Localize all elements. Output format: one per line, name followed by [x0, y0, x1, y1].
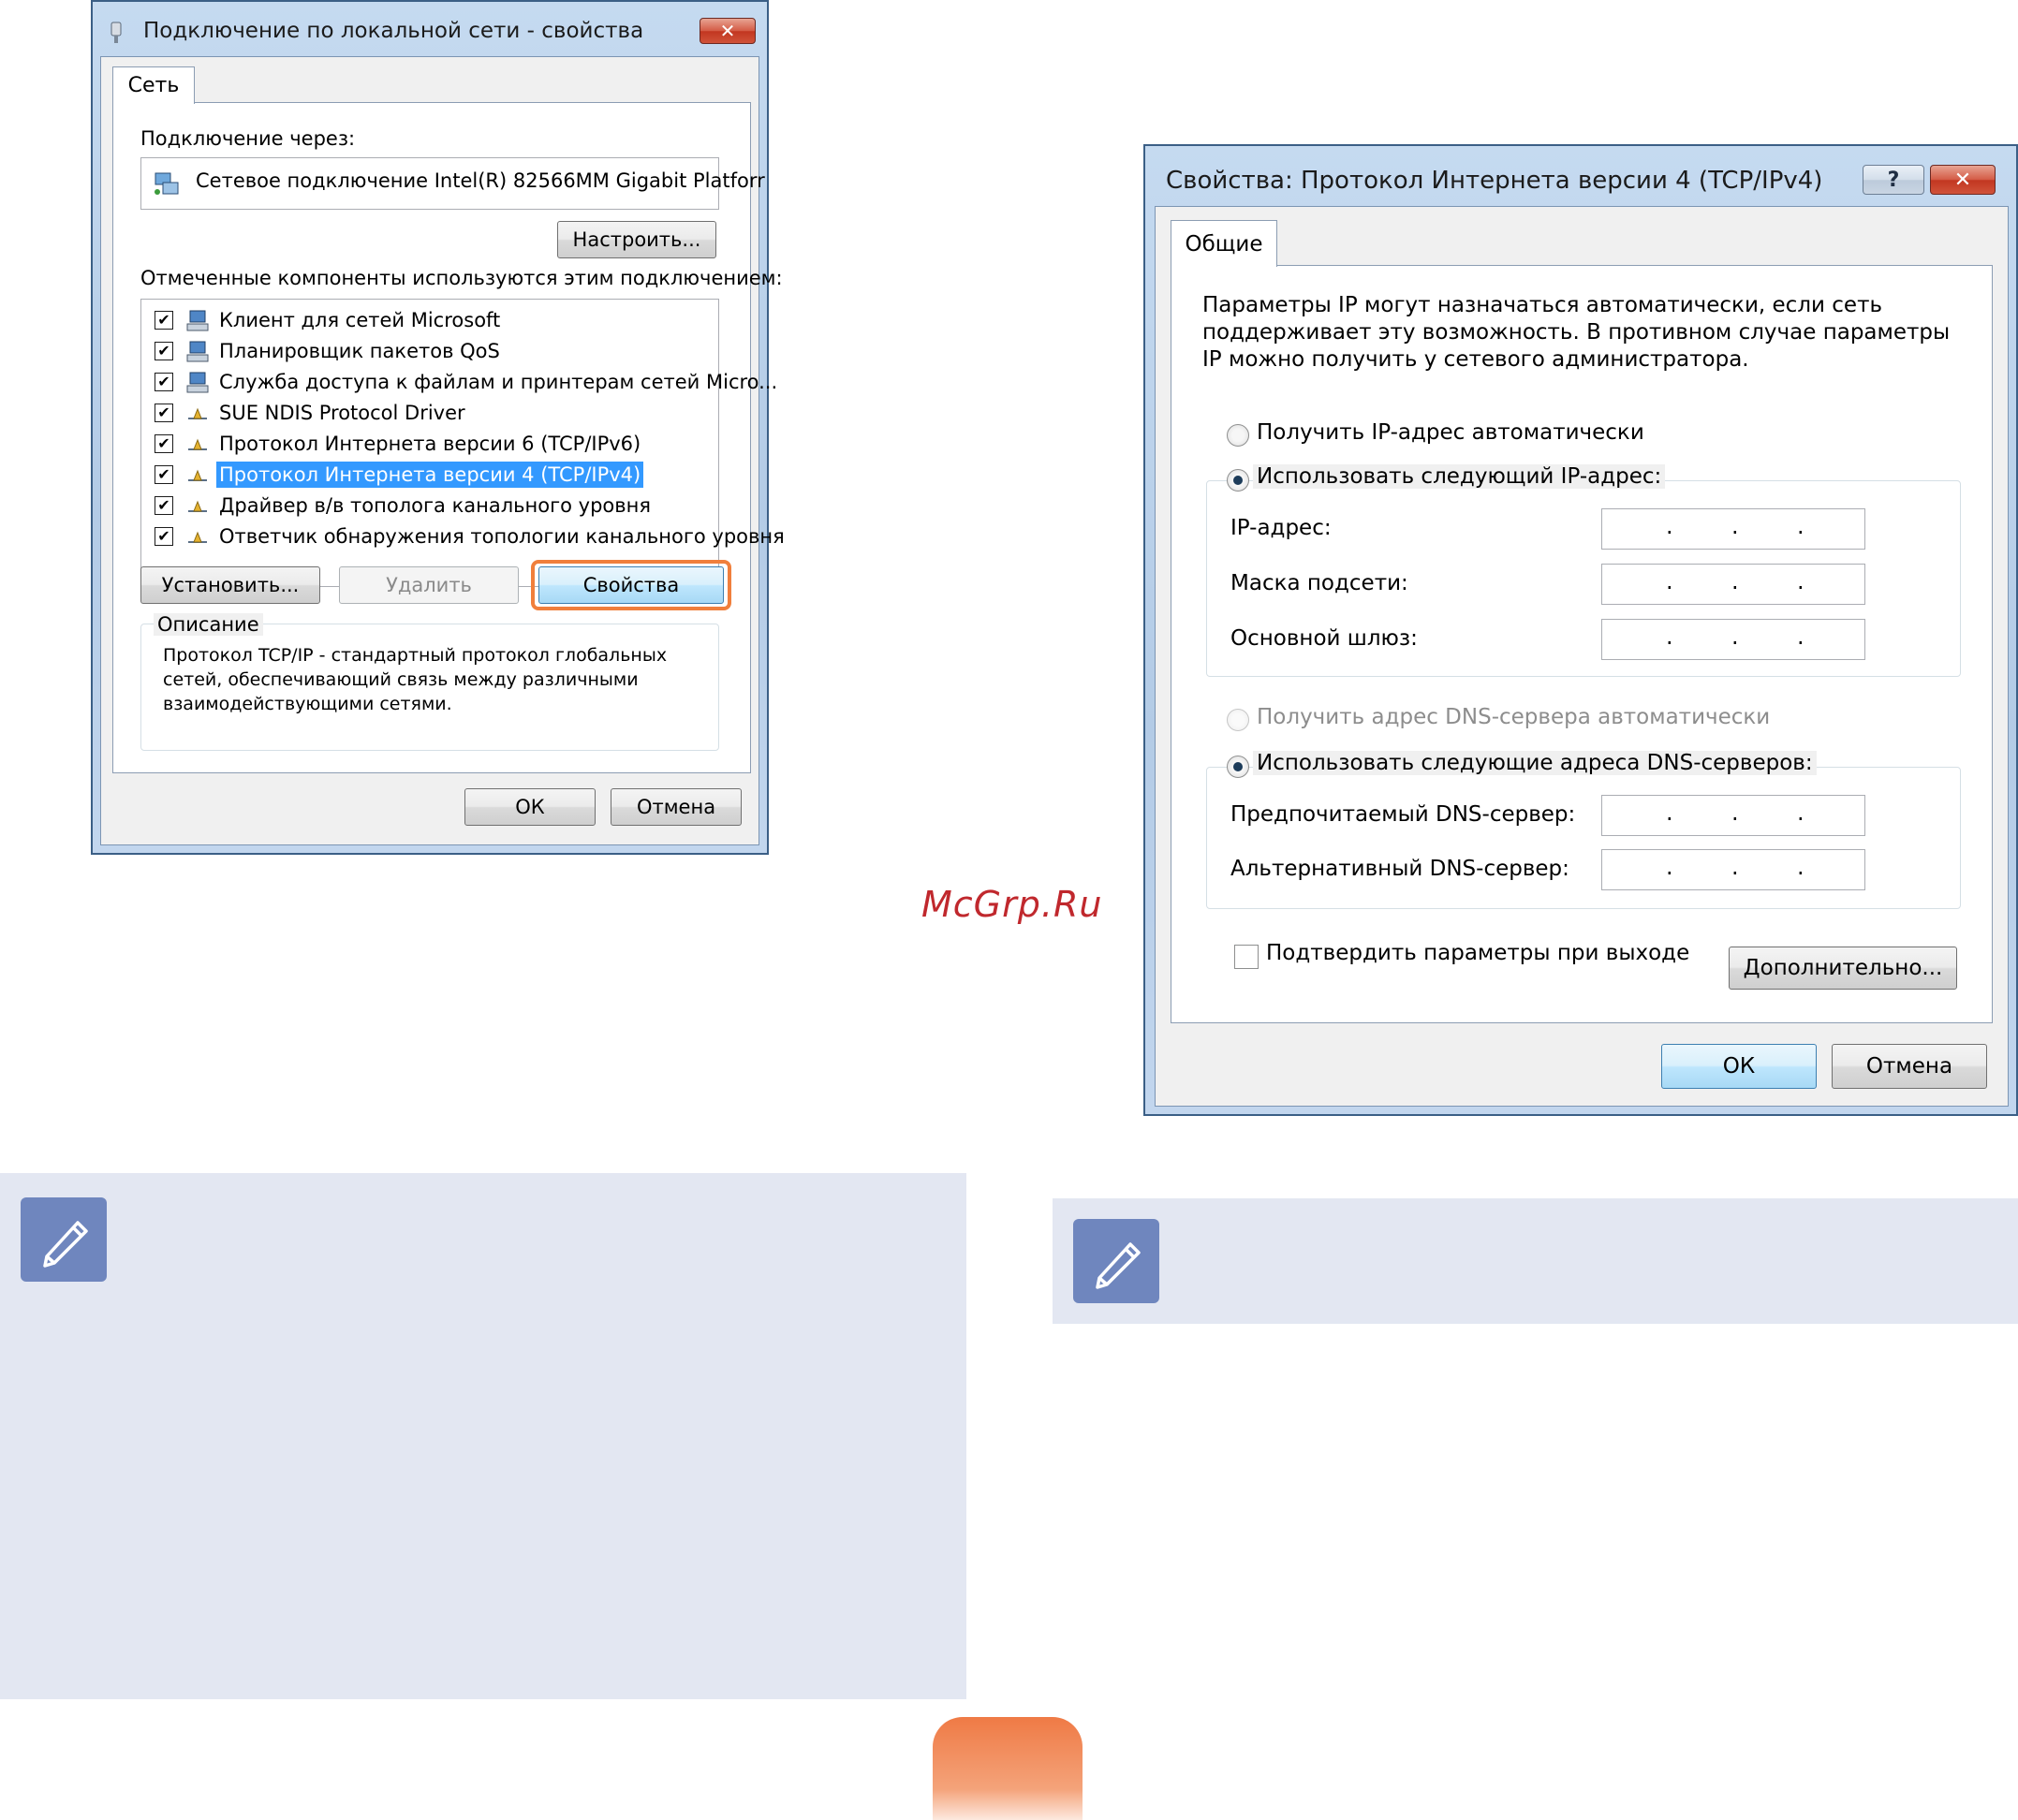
note-box-left — [0, 1173, 966, 1699]
intro-line-2: поддерживает эту возможность. В противно… — [1202, 320, 1951, 345]
ip-address-label: IP-адрес: — [1230, 516, 1332, 540]
close-button[interactable]: ✕ — [700, 18, 756, 44]
network-service-icon — [184, 340, 211, 364]
network-adapter-icon — [108, 21, 125, 45]
description-line-3: взаимодействующими сетями. — [163, 694, 452, 714]
intro-line-3: IP можно получить у сетевого администрат… — [1202, 347, 1749, 372]
component-checkbox[interactable]: ✔ — [155, 373, 173, 391]
dialog2-title: Свойства: Протокол Интернета версии 4 (T… — [1166, 167, 1823, 195]
component-checkbox[interactable]: ✔ — [155, 465, 173, 484]
manual-dns-radio[interactable] — [1227, 756, 1249, 778]
help-button[interactable]: ? — [1863, 165, 1924, 195]
page-number-tab — [933, 1717, 1083, 1820]
pencil-note-icon — [21, 1197, 107, 1282]
advanced-button[interactable]: Дополнительно... — [1729, 947, 1957, 990]
preferred-dns-input[interactable]: ... — [1601, 795, 1865, 836]
intro-line-1: Параметры IP могут назначаться автоматич… — [1202, 293, 1883, 317]
note-box-right — [1053, 1198, 2018, 1324]
auto-ip-radio[interactable] — [1227, 424, 1249, 447]
help-icon: ? — [1887, 168, 1900, 192]
ip-address-input[interactable]: ... — [1601, 508, 1865, 550]
description-line-2: сетей, обеспечивающий связь между различ… — [163, 669, 639, 690]
component-checkbox[interactable]: ✔ — [155, 496, 173, 515]
dialog1-title: Подключение по локальной сети - свойства — [143, 19, 644, 43]
connect-via-label: Подключение через: — [140, 127, 356, 150]
auto-dns-radio — [1227, 709, 1249, 731]
list-item[interactable]: ✔ Драйвер в/в тополога канального уровня — [141, 491, 718, 521]
components-label: Отмеченные компоненты используются этим … — [140, 267, 783, 289]
remove-button: Удалить — [339, 566, 519, 604]
component-label: Протокол Интернета версии 4 (TCP/IPv4) — [216, 462, 644, 488]
component-checkbox[interactable]: ✔ — [155, 434, 173, 453]
network-client-icon — [184, 309, 211, 333]
list-item[interactable]: ✔ Клиент для сетей Microsoft — [141, 305, 718, 336]
list-item[interactable]: ✔ Служба доступа к файлам и принтерам сет… — [141, 367, 777, 398]
component-label: SUE NDIS Protocol Driver — [219, 402, 465, 424]
list-item[interactable]: ✔ Протокол Интернета версии 6 (TCP/IPv6) — [141, 429, 718, 460]
pencil-note-icon — [1073, 1219, 1159, 1303]
description-label: Описание — [154, 613, 263, 636]
list-item[interactable]: ✔ Планировщик пакетов QoS — [141, 336, 718, 367]
gateway-input[interactable]: ... — [1601, 619, 1865, 660]
auto-ip-label[interactable]: Получить IP-адрес автоматически — [1257, 420, 1644, 445]
protocol-icon — [184, 402, 211, 426]
auto-dns-label: Получить адрес DNS-сервера автоматически — [1257, 705, 1771, 729]
component-checkbox[interactable]: ✔ — [155, 404, 173, 422]
gateway-label: Основной шлюз: — [1230, 626, 1418, 651]
description-line-1: Протокол TCP/IP - стандартный протокол г… — [163, 645, 668, 666]
validate-checkbox[interactable] — [1234, 945, 1259, 969]
protocol-icon — [184, 463, 211, 488]
adapter-field: Сетевое подключение Intel(R) 82566MM Gig… — [140, 157, 765, 210]
preferred-dns-label: Предпочитаемый DNS-сервер: — [1230, 802, 1576, 827]
manual-ip-radio[interactable] — [1227, 469, 1249, 492]
manual-dns-label[interactable]: Использовать следующие адреса DNS-сервер… — [1253, 751, 1817, 775]
ipv4-properties-dialog: Свойства: Протокол Интернета версии 4 (T… — [1143, 144, 2018, 1116]
tab-general[interactable]: Общие — [1171, 220, 1277, 267]
manual-ip-label[interactable]: Использовать следующий IP-адрес: — [1253, 464, 1666, 489]
tab-network[interactable]: Сеть — [112, 66, 195, 104]
configure-button[interactable]: Настроить... — [557, 221, 716, 258]
subnet-mask-input[interactable]: ... — [1601, 564, 1865, 605]
network-service-icon — [184, 371, 211, 395]
dialog1-client: Сеть Подключение через: Сетевое подключе… — [100, 56, 785, 845]
alternate-dns-input[interactable]: ... — [1601, 849, 1865, 890]
watermark: McGrp.Ru — [921, 884, 1103, 925]
close-icon: ✕ — [719, 20, 736, 42]
properties-button[interactable]: Свойства — [538, 566, 724, 604]
alternate-dns-label: Альтернативный DNS-сервер: — [1230, 857, 1569, 881]
install-button[interactable]: Установить... — [140, 566, 320, 604]
component-label: Служба доступа к файлам и принтерам сете… — [219, 371, 778, 393]
component-label: Протокол Интернета версии 6 (TCP/IPv6) — [219, 433, 641, 455]
list-item[interactable]: ✔ Ответчик обнаружения топологии канально… — [141, 521, 785, 552]
close-button[interactable]: ✕ — [1930, 165, 1996, 195]
adapter-name: Сетевое подключение Intel(R) 82566MM Gig… — [196, 169, 765, 192]
cancel-button[interactable]: Отмена — [1832, 1044, 1987, 1089]
component-label: Клиент для сетей Microsoft — [219, 309, 501, 331]
protocol-icon — [184, 525, 211, 550]
lan-properties-dialog: Подключение по локальной сети - свойства… — [91, 0, 785, 855]
component-checkbox[interactable]: ✔ — [155, 311, 173, 330]
ok-button[interactable]: ОК — [1661, 1044, 1817, 1089]
protocol-icon — [184, 433, 211, 457]
component-checkbox[interactable]: ✔ — [155, 342, 173, 360]
subnet-mask-label: Маска подсети: — [1230, 571, 1408, 595]
dialog2-client: Общие Параметры IP могут назначаться авт… — [1155, 206, 2009, 1107]
cancel-button[interactable]: Отмена — [611, 788, 742, 826]
component-label: Драйвер в/в тополога канального уровня — [219, 494, 651, 517]
protocol-icon — [184, 494, 211, 519]
component-label: Планировщик пакетов QoS — [219, 340, 500, 362]
component-label: Ответчик обнаружения топологии канальног… — [219, 525, 785, 548]
component-checkbox[interactable]: ✔ — [155, 527, 173, 546]
components-list[interactable]: ✔ Клиент для сетей Microsoft ✔ Планировщик … — [140, 299, 785, 587]
ok-button[interactable]: ОК — [464, 788, 596, 826]
validate-label[interactable]: Подтвердить параметры при выходе — [1266, 941, 1689, 965]
close-icon: ✕ — [1953, 168, 1972, 192]
list-item[interactable]: ✔ Протокол Интернета версии 4 (TCP/IPv4) — [141, 460, 718, 491]
network-adapter-icon — [153, 169, 181, 198]
list-item[interactable]: ✔ SUE NDIS Protocol Driver — [141, 398, 718, 429]
